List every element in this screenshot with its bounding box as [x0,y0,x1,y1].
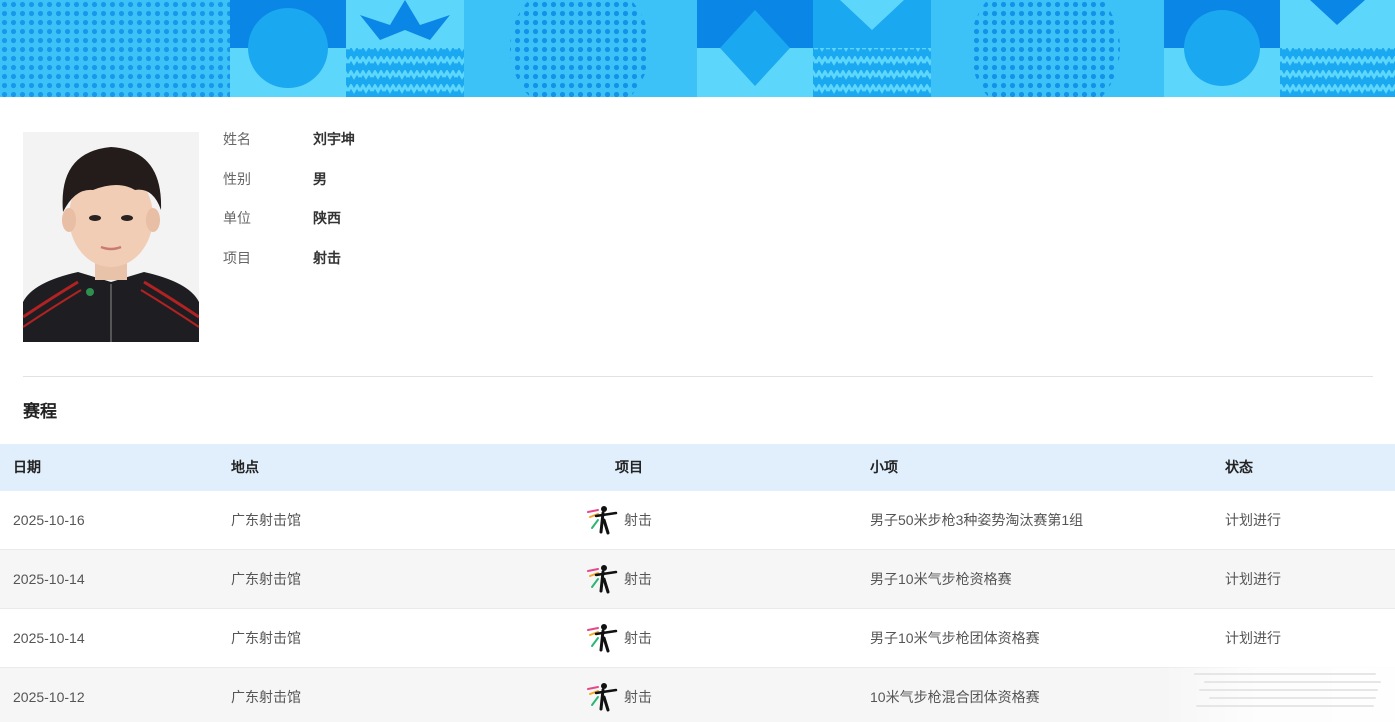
shooting-icon [587,624,618,653]
cell-venue: 广东射击馆 [231,512,301,528]
cell-status: 计划进行 [1225,512,1281,528]
info-value-gender: 男 [313,171,327,187]
cell-status: 计划进行 [1225,571,1281,587]
header-status: 状态 [1225,459,1253,475]
cell-date: 2025-10-16 [13,512,85,528]
cell-sport-label: 射击 [624,689,652,705]
cell-event: 10米气步枪混合团体资格赛 [870,689,1040,705]
header-date: 日期 [13,459,41,475]
table-header: 日期 地点 项目 小项 状态 [0,444,1395,491]
info-value-unit: 陕西 [313,210,341,226]
cell-date: 2025-10-14 [13,571,85,587]
cell-venue: 广东射击馆 [231,571,301,587]
shooting-icon [587,506,618,535]
cell-event: 男子10米气步枪团体资格赛 [870,630,1040,646]
cell-sport-label: 射击 [624,630,652,646]
table-row[interactable]: 2025-10-16 广东射击馆 射击 男子50米步枪3种姿势淘汰赛第1组 计划… [0,491,1395,550]
shooting-icon [587,683,618,712]
athlete-portrait-icon [23,132,199,342]
info-label-sport: 项目 [223,250,251,266]
banner-pattern [0,0,1395,97]
watermark-lines [1194,673,1381,707]
cell-sport-label: 射击 [624,512,652,528]
info-label-unit: 单位 [223,210,251,226]
info-value-sport: 射击 [313,250,341,266]
cell-sport: 射击 [586,491,652,549]
cell-status: 计划进行 [1225,630,1281,646]
cell-sport: 射击 [586,550,652,608]
info-label-gender: 性别 [223,171,251,187]
cell-date: 2025-10-12 [13,689,85,705]
cell-sport-label: 射击 [624,571,652,587]
cell-sport: 射击 [586,609,652,667]
shooting-icon [587,565,618,594]
info-label-name: 姓名 [223,131,251,147]
cell-sport: 射击 [586,668,652,722]
table-row[interactable]: 2025-10-14 广东射击馆 射击 男子10米气步枪团体资格赛 计划进行 [0,609,1395,668]
section-divider [23,376,1373,377]
header-banner [0,0,1395,97]
athlete-profile: 姓名 刘宇坤 性别 男 单位 陕西 项目 射击 [0,97,1395,377]
header-sport: 项目 [615,459,643,475]
info-value-name: 刘宇坤 [313,131,355,147]
cell-event: 男子10米气步枪资格赛 [870,571,1012,587]
header-venue: 地点 [231,459,259,475]
athlete-photo [23,132,199,342]
table-row[interactable]: 2025-10-14 广东射击馆 射击 男子10米气步枪资格赛 计划进行 [0,550,1395,609]
cell-event: 男子50米步枪3种姿势淘汰赛第1组 [870,512,1084,528]
schedule-title: 赛程 [23,402,57,421]
cell-date: 2025-10-14 [13,630,85,646]
cell-venue: 广东射击馆 [231,630,301,646]
header-event: 小项 [870,459,898,475]
cell-venue: 广东射击馆 [231,689,301,705]
